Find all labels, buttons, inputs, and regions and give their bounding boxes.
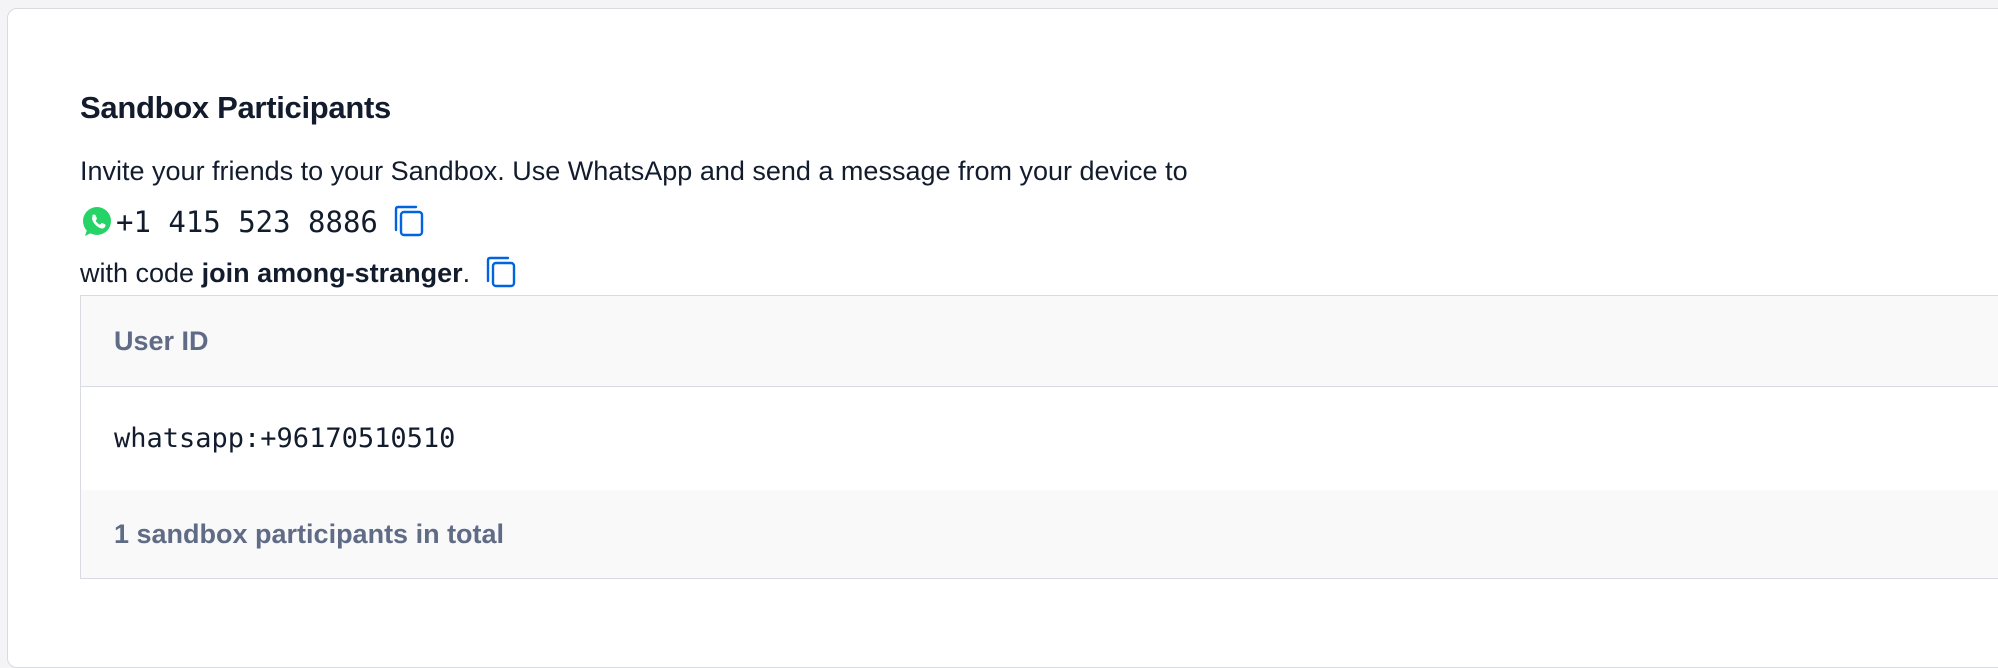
copy-icon bbox=[485, 255, 517, 292]
table-header-user-id: User ID bbox=[81, 296, 1998, 387]
sandbox-phone-row: +1 415 523 8886 bbox=[80, 202, 426, 242]
table-row: whatsapp:+96170510510 bbox=[81, 387, 1998, 490]
copy-join-code-button[interactable] bbox=[484, 255, 518, 291]
join-code-row: with code join among-stranger. bbox=[80, 253, 518, 293]
join-code-suffix: . bbox=[462, 257, 471, 288]
invite-instructions: Invite your friends to your Sandbox. Use… bbox=[80, 156, 1188, 186]
whatsapp-icon bbox=[80, 205, 114, 239]
copy-icon bbox=[393, 204, 425, 241]
table-footer-total: 1 sandbox participants in total bbox=[81, 490, 1998, 578]
participants-table: User ID whatsapp:+96170510510 1 sandbox … bbox=[80, 295, 1998, 579]
join-code: join among-stranger bbox=[201, 257, 463, 288]
copy-phone-button[interactable] bbox=[392, 204, 426, 240]
section-title: Sandbox Participants bbox=[80, 90, 391, 125]
sandbox-phone-number: +1 415 523 8886 bbox=[116, 205, 378, 239]
join-code-prefix: with code bbox=[80, 257, 202, 288]
sandbox-participants-card: Sandbox Participants Invite your friends… bbox=[7, 8, 1998, 668]
